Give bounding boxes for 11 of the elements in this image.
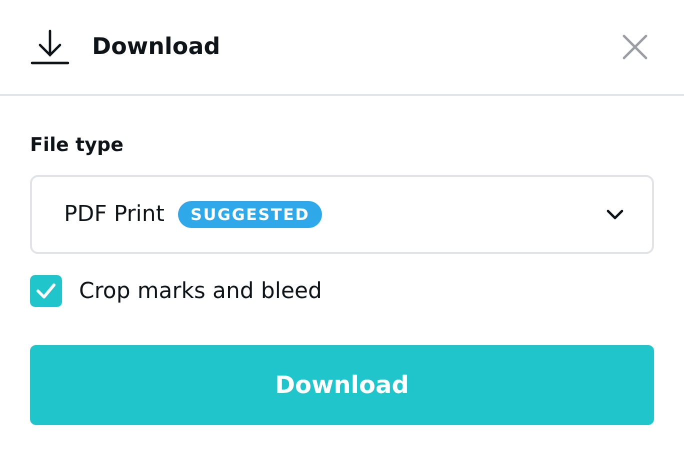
suggested-badge: SUGGESTED (178, 201, 322, 228)
chevron-down-icon (606, 209, 624, 220)
dialog-title: Download (92, 34, 222, 60)
checkbox-label: Crop marks and bleed (79, 278, 322, 304)
dropdown-value: PDF Print (64, 202, 164, 227)
download-icon (30, 29, 70, 65)
checkmark-icon (35, 282, 57, 300)
file-type-dropdown[interactable]: PDF Print SUGGESTED (30, 175, 654, 254)
checkbox[interactable] (30, 275, 62, 307)
field-label: File type (30, 134, 124, 156)
close-icon[interactable] (622, 34, 648, 60)
